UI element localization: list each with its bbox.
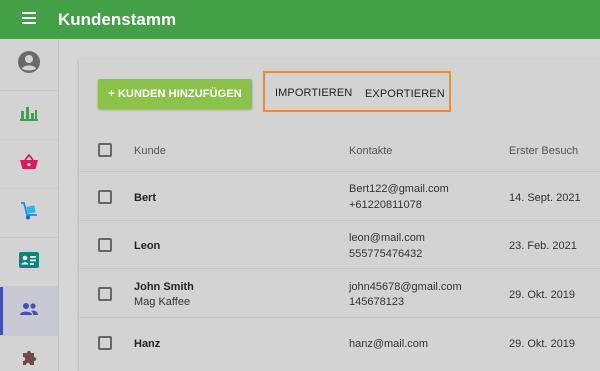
hand-truck-icon (19, 201, 39, 225)
customer-name: Bert (134, 192, 157, 204)
app-title: Kundenstamm (58, 9, 177, 29)
customer-phone: 555775476432 (349, 248, 423, 260)
customer-phone: 145678123 (349, 296, 405, 308)
customer-company: Mag Kaffee (134, 296, 191, 308)
customer-name: Hanz (134, 338, 161, 350)
import-button[interactable]: IMPORTIEREN (275, 87, 352, 99)
export-button[interactable]: EXPORTIEREN (365, 88, 445, 100)
menu-icon (22, 11, 36, 29)
row-checkbox[interactable] (98, 287, 112, 301)
sidebar-item-statistics[interactable] (0, 91, 58, 140)
column-header-contacts[interactable]: Kontakte (349, 144, 392, 158)
first-visit-date: 23. Feb. 2021 (509, 240, 577, 252)
row-checkbox[interactable] (98, 238, 112, 252)
customer-email: john45678@gmail.com (349, 281, 462, 293)
row-divider (79, 268, 600, 269)
first-visit-date: 14. Sept. 2021 (509, 192, 581, 204)
sidebar-item-sales[interactable] (0, 140, 58, 189)
row-checkbox[interactable] (98, 336, 112, 350)
first-visit-date: 29. Okt. 2019 (509, 289, 576, 301)
bar-chart-icon (20, 105, 38, 126)
select-all-checkbox[interactable] (98, 143, 112, 157)
shopping-basket-icon (19, 153, 39, 175)
sidebar (0, 39, 59, 371)
customer-name: Leon (134, 240, 161, 252)
sidebar-item-customers[interactable] (0, 287, 58, 336)
sidebar-item-extensions[interactable] (0, 336, 58, 371)
contact-card-icon (19, 251, 39, 273)
sidebar-item-delivery[interactable] (0, 189, 58, 238)
row-divider (79, 317, 600, 318)
menu-button[interactable] (0, 0, 58, 39)
customer-email: Bert122@gmail.com (349, 183, 449, 195)
app-bar: Kundenstamm (0, 0, 600, 39)
customer-table-card: + KUNDEN HINZUFÜGEN IMPORTIEREN EXPORTIE… (79, 59, 600, 371)
customer-name: John Smith (134, 281, 194, 293)
puzzle-icon (20, 349, 38, 371)
column-header-customer[interactable]: Kunde (134, 144, 166, 158)
customer-email: hanz@mail.com (349, 338, 429, 350)
row-divider (79, 220, 600, 221)
sidebar-item-account[interactable] (0, 39, 58, 91)
account-circle-icon (17, 50, 41, 79)
people-icon (19, 302, 39, 321)
row-checkbox[interactable] (98, 190, 112, 204)
first-visit-date: 29. Okt. 2019 (509, 338, 576, 350)
column-header-first-visit[interactable]: Erster Besuch (509, 144, 578, 158)
customer-phone: +61220811078 (349, 199, 422, 211)
row-divider (79, 171, 600, 172)
add-customer-button[interactable]: + KUNDEN HINZUFÜGEN (98, 79, 252, 109)
customer-email: leon@mail.com (349, 232, 425, 244)
sidebar-item-contacts[interactable] (0, 238, 58, 287)
